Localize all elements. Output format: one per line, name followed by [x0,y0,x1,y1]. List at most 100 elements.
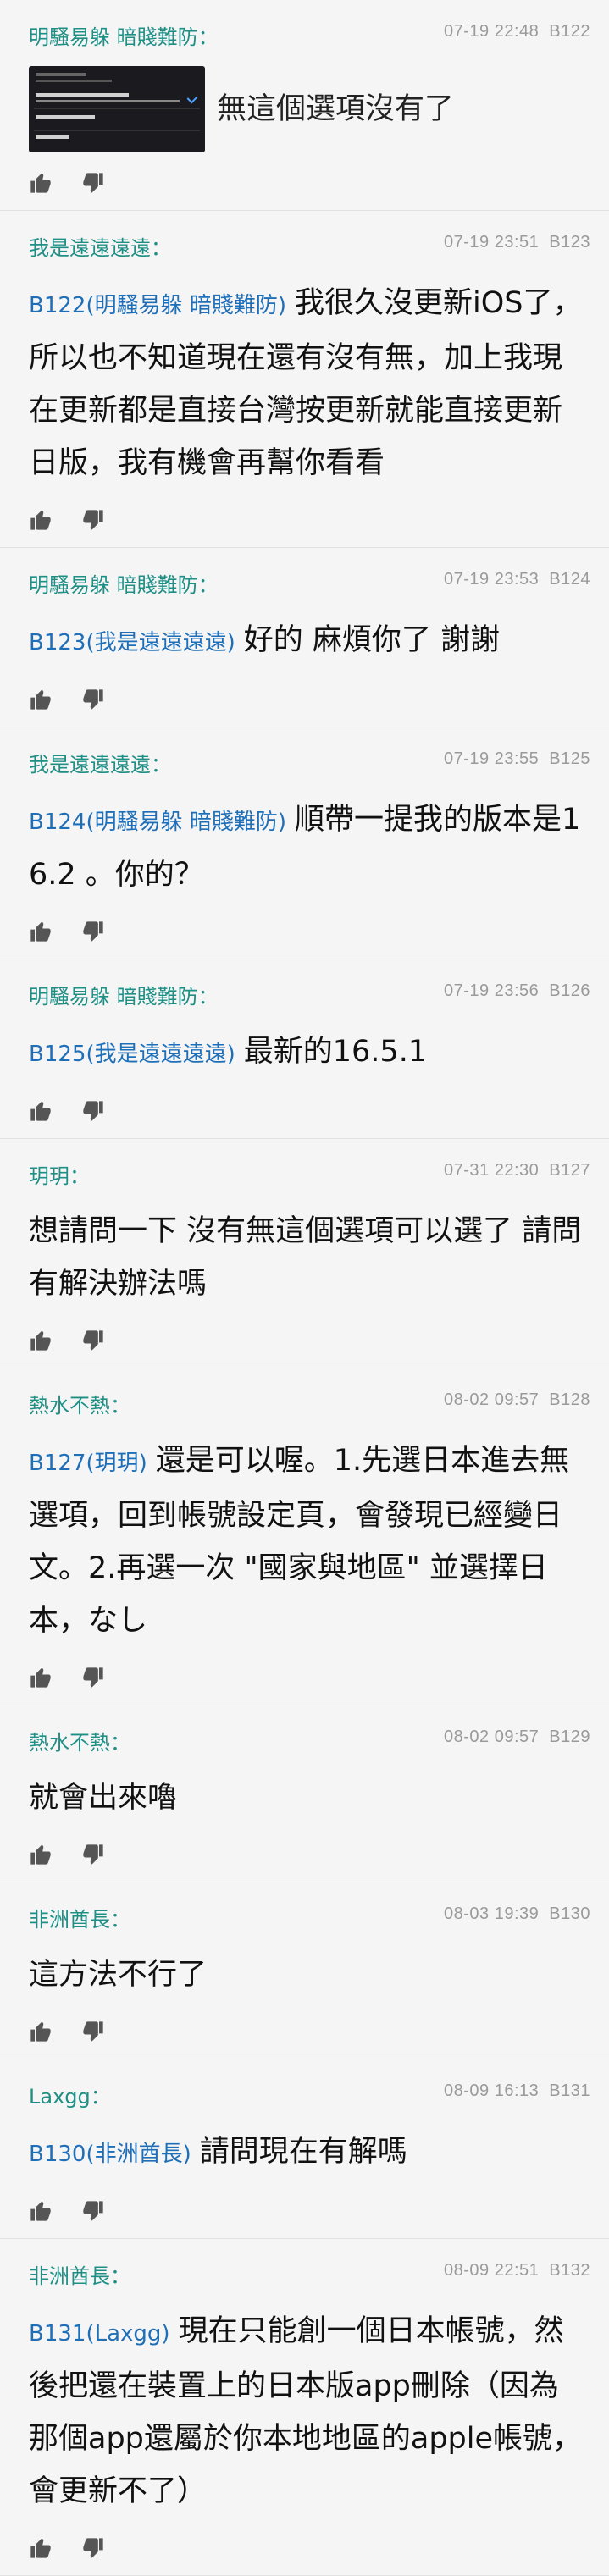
comment-thread: 07-19 22:48 B122 明騷易躲 暗賤難防： 無這個選項沒有了 07-1… [0,0,609,2576]
thumbs-down-icon[interactable] [81,1843,105,1866]
comment-time: 07-19 23:56 [444,981,540,1000]
comment-text: 這方法不行了 [29,1958,208,1992]
comment-meta: 08-02 09:57 B129 [444,1727,590,1747]
comment-meta: 07-19 23:53 B124 [444,570,590,589]
thumbs-up-icon[interactable] [29,1843,53,1866]
comment-meta: 07-19 22:48 B122 [444,22,590,41]
reply-tag[interactable]: B124(明騷易躲 暗賤難防) [29,810,286,835]
comment-actions [29,2536,592,2560]
thumbs-up-icon[interactable] [29,2536,53,2560]
comment-body: 無這個選項沒有了 [29,66,592,152]
reply-tag[interactable]: B122(明騷易躲 暗賤難防) [29,293,286,318]
reply-tag[interactable]: B125(我是遠遠遠遠) [29,1042,235,1067]
comment-actions [29,2199,592,2223]
thumbs-down-icon[interactable] [81,2536,105,2560]
comment-meta: 08-09 16:13 B131 [444,2081,590,2101]
screenshot-thumbnail[interactable] [29,66,205,152]
reply-tag[interactable]: B123(我是遠遠遠遠) [29,630,235,655]
floor-number: B130 [549,1904,590,1923]
comment-meta: 08-03 19:39 B130 [444,1904,590,1924]
comment-item: 07-19 23:51 B123 我是遠遠遠遠： B122(明騷易躲 暗賤難防) 我… [0,211,609,548]
thumbs-up-icon[interactable] [29,171,53,195]
comment-meta: 07-31 22:30 B127 [444,1161,590,1180]
comment-text: 好的 麻煩你了 謝謝 [243,623,501,657]
comment-body: B131(Laxgg) 現在只能創一個日本帳號，然後把還在裝置上的日本版app刪除… [29,2305,592,2518]
thumbs-up-icon[interactable] [29,1666,53,1689]
floor-number: B122 [549,22,590,41]
comment-body: B124(明騷易躲 暗賤難防) 順帶一提我的版本是16.2 。你的？ [29,793,592,901]
comment-item: 07-19 23:53 B124 明騷易躲 暗賤難防： B123(我是遠遠遠遠) 好… [0,548,609,727]
comment-body: B123(我是遠遠遠遠) 好的 麻煩你了 謝謝 [29,614,592,669]
comment-item: 07-19 23:56 B126 明騷易躲 暗賤難防： B125(我是遠遠遠遠) 最… [0,959,609,1139]
comment-meta: 07-19 23:56 B126 [444,981,590,1001]
thumbs-down-icon[interactable] [81,171,105,195]
comment-time: 07-19 22:48 [444,22,540,41]
floor-number: B123 [549,233,590,252]
comment-time: 08-02 09:57 [444,1727,540,1746]
comment-time: 08-09 16:13 [444,2081,540,2100]
comment-time: 07-31 22:30 [444,1161,540,1180]
comment-body: 這方法不行了 [29,1949,592,2001]
comment-actions [29,508,592,532]
comment-time: 08-03 19:39 [444,1904,540,1923]
thumbs-down-icon[interactable] [81,1099,105,1123]
thumbs-up-icon[interactable] [29,920,53,943]
floor-number: B131 [549,2081,590,2100]
comment-item: 08-03 19:39 B130 非洲酋長： 這方法不行了 [0,1882,609,2059]
comment-actions [29,1329,592,1352]
thumbs-up-icon[interactable] [29,1099,53,1123]
comment-item: 07-19 23:55 B125 我是遠遠遠遠： B124(明騷易躲 暗賤難防) 順… [0,727,609,959]
comment-actions [29,1843,592,1866]
reply-tag[interactable]: B127(玥玥) [29,1451,147,1476]
comment-text: 想請問一下 沒有無這個選項可以選了 請問有解決辦法嗎 [29,1214,582,1301]
comment-time: 08-09 22:51 [444,2261,540,2280]
comment-actions [29,2020,592,2043]
thumbs-down-icon[interactable] [81,2020,105,2043]
thumbs-down-icon[interactable] [81,2199,105,2223]
floor-number: B132 [549,2261,590,2280]
thumbs-down-icon[interactable] [81,1666,105,1689]
thumbs-up-icon[interactable] [29,688,53,711]
comment-text: 無這個選項沒有了 [217,92,455,126]
comment-actions [29,688,592,711]
comment-actions [29,1099,592,1123]
comment-time: 07-19 23:55 [444,749,540,768]
thumbs-up-icon[interactable] [29,2020,53,2043]
thumbs-up-icon[interactable] [29,1329,53,1352]
comment-actions [29,171,592,195]
comment-time: 08-02 09:57 [444,1390,540,1409]
comment-time: 07-19 23:53 [444,570,540,589]
comment-body: 就會出來嚕 [29,1772,592,1824]
comment-item: 08-09 22:51 B132 非洲酋長： B131(Laxgg) 現在只能創一個… [0,2239,609,2576]
comment-body: B127(玥玥) 還是可以喔。1.先選日本進去無選項，回到帳號設定頁，會發現已經變… [29,1434,592,1647]
thumbs-up-icon[interactable] [29,508,53,532]
comment-actions [29,1666,592,1689]
comment-text: 最新的16.5.1 [243,1035,428,1069]
comment-meta: 08-09 22:51 B132 [444,2261,590,2280]
reply-tag[interactable]: B130(非洲酋長) [29,2142,191,2167]
thumbs-down-icon[interactable] [81,688,105,711]
comment-body: B122(明騷易躲 暗賤難防) 我很久沒更新iOS了，所以也不知道現在還有沒有無，… [29,277,592,489]
comment-item: 08-02 09:57 B129 熱水不熱： 就會出來嚕 [0,1705,609,1882]
thumbs-down-icon[interactable] [81,508,105,532]
comment-body: B130(非洲酋長) 請問現在有解嗎 [29,2125,592,2181]
comment-actions [29,920,592,943]
thumbs-down-icon[interactable] [81,1329,105,1352]
comment-body: B125(我是遠遠遠遠) 最新的16.5.1 [29,1025,592,1081]
thumbs-down-icon[interactable] [81,920,105,943]
floor-number: B124 [549,570,590,589]
floor-number: B126 [549,981,590,1000]
floor-number: B129 [549,1727,590,1746]
comment-body: 想請問一下 沒有無這個選項可以選了 請問有解決辦法嗎 [29,1205,592,1310]
comment-text: 請問現在有解嗎 [199,2135,407,2169]
floor-number: B127 [549,1161,590,1180]
comment-meta: 07-19 23:55 B125 [444,749,590,769]
comment-time: 07-19 23:51 [444,233,540,252]
comment-meta: 08-02 09:57 B128 [444,1390,590,1410]
comment-item: 08-02 09:57 B128 熱水不熱： B127(玥玥) 還是可以喔。1.先選… [0,1368,609,1705]
comment-item: 08-09 16:13 B131 Laxgg： B130(非洲酋長) 請問現在有解嗎 [0,2059,609,2239]
comment-meta: 07-19 23:51 B123 [444,233,590,252]
reply-tag[interactable]: B131(Laxgg) [29,2321,170,2347]
floor-number: B128 [549,1390,590,1409]
thumbs-up-icon[interactable] [29,2199,53,2223]
